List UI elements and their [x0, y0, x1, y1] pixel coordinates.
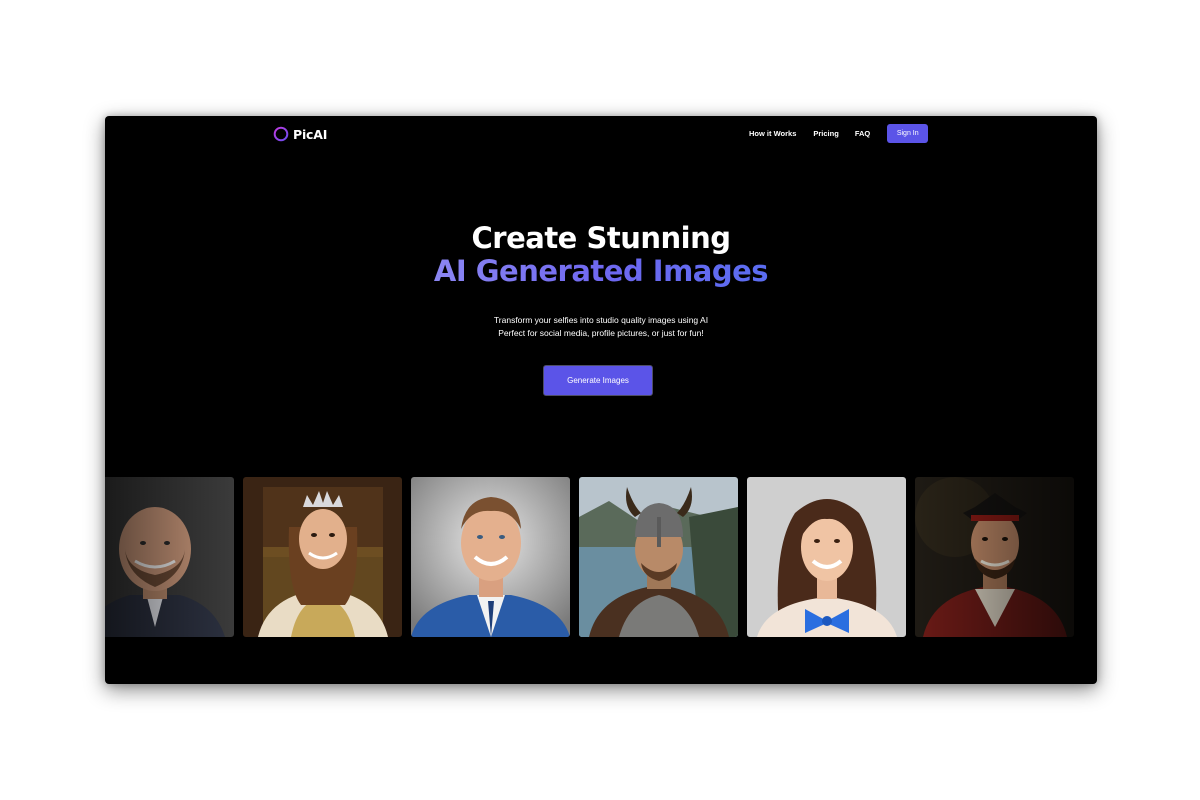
gallery-image-businessman[interactable] — [411, 477, 570, 637]
hero-title: Create Stunning AI Generated Images — [105, 222, 1097, 288]
hero-subtitle-line1: Transform your selfies into studio quali… — [493, 315, 709, 325]
ring-logo-icon — [273, 126, 289, 142]
man-in-suit-image — [105, 477, 234, 637]
gallery-image-man-in-suit[interactable] — [105, 477, 234, 637]
nav-link-faq[interactable]: FAQ — [855, 129, 870, 138]
viking-image — [579, 477, 738, 637]
app-window: PicAI How it Works Pricing FAQ Sign In C… — [105, 116, 1097, 684]
businessman-image — [411, 477, 570, 637]
sign-in-button[interactable]: Sign In — [887, 124, 929, 143]
gallery-image-queen[interactable] — [243, 477, 402, 637]
pirate-image — [915, 477, 1074, 637]
gallery-image-pirate[interactable] — [915, 477, 1074, 637]
nav-link-how-it-works[interactable]: How it Works — [749, 129, 796, 138]
hero-subtitle: Transform your selfies into studio quali… — [105, 314, 1097, 340]
hero-subtitle-line2: Perfect for social media, profile pictur… — [498, 328, 704, 338]
brand-logo[interactable]: PicAI — [273, 125, 327, 143]
nav-link-pricing[interactable]: Pricing — [813, 129, 838, 138]
gallery-image-viking[interactable] — [579, 477, 738, 637]
hero-title-line1: Create Stunning — [471, 221, 731, 255]
gallery-image-woman-blue-bow[interactable] — [747, 477, 906, 637]
brand-name: PicAI — [293, 126, 328, 142]
woman-blue-bow-image — [747, 477, 906, 637]
generate-images-button[interactable]: Generate Images — [543, 365, 653, 396]
top-navigation: How it Works Pricing FAQ Sign In — [749, 124, 929, 143]
queen-image — [243, 477, 402, 637]
hero-title-line2: AI Generated Images — [433, 254, 769, 288]
sample-gallery — [105, 477, 1097, 637]
